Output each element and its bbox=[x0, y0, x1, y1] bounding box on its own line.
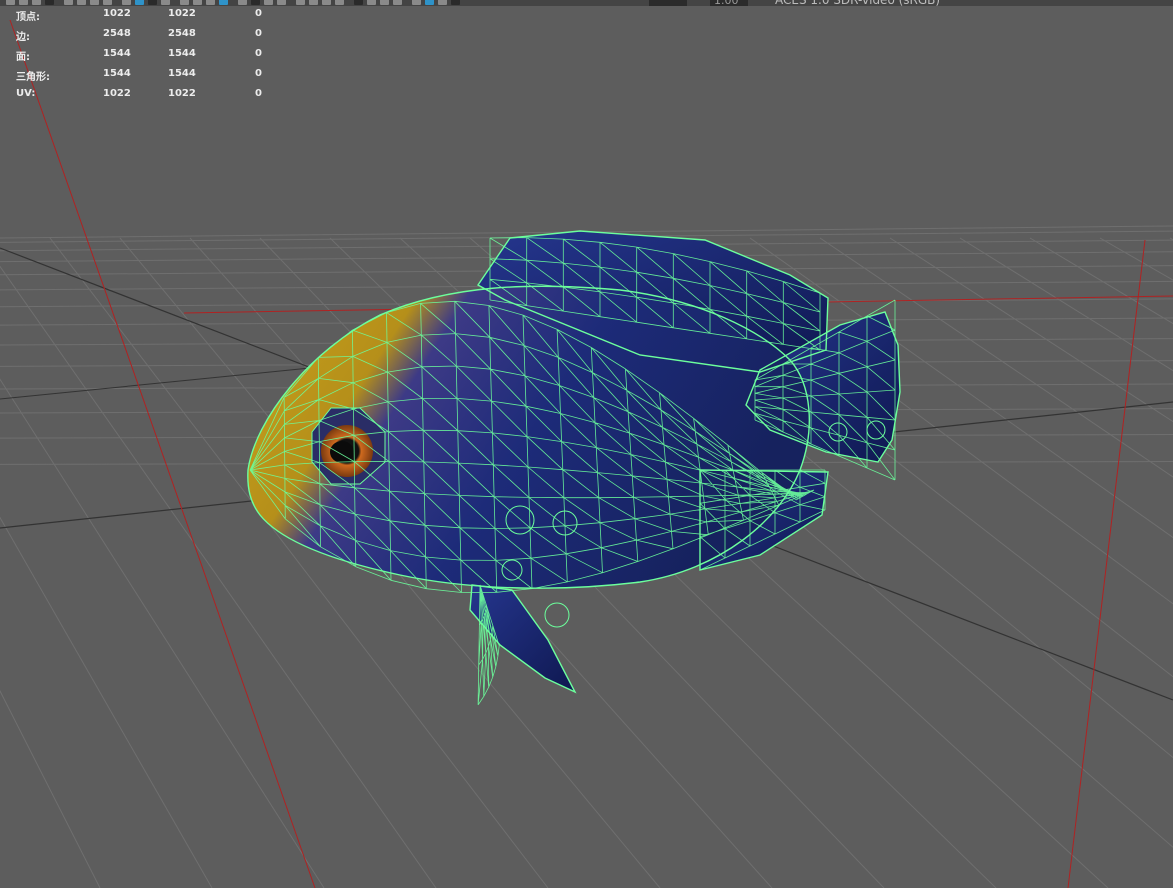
fin-joint-ring bbox=[544, 602, 570, 628]
hud-value-b: 1544 bbox=[168, 48, 196, 59]
hud-label: UV: bbox=[16, 88, 36, 99]
hud-label: 三角形: bbox=[16, 72, 50, 83]
grid-line bbox=[959, 237, 1173, 372]
hud-row: 三角形: 1544 1544 0 bbox=[0, 68, 270, 86]
hud-row: UV: 1022 1022 0 bbox=[0, 88, 270, 106]
camera-line-right bbox=[1067, 239, 1146, 888]
hud-value-c: 0 bbox=[255, 68, 262, 79]
hud-value-c: 0 bbox=[255, 88, 262, 99]
hud-value-b: 1022 bbox=[168, 88, 196, 99]
hud-value-c: 0 bbox=[255, 48, 262, 59]
hud-value-b: 1544 bbox=[168, 68, 196, 79]
hud-value-a: 2548 bbox=[103, 28, 131, 39]
hud-value-c: 0 bbox=[255, 28, 262, 39]
hud-value-c: 0 bbox=[255, 8, 262, 19]
hud-row: 顶点: 1022 1022 0 bbox=[0, 8, 270, 26]
grid-line bbox=[1099, 237, 1173, 281]
hud-label: 顶点: bbox=[16, 12, 40, 23]
hud-label: 边: bbox=[16, 32, 30, 43]
pelvic-fin bbox=[470, 585, 575, 692]
hud-value-a: 1544 bbox=[103, 48, 131, 59]
hud-row: 面: 1544 1544 0 bbox=[0, 48, 270, 66]
grid-line bbox=[1029, 237, 1173, 325]
hud-row: 边: 2548 2548 0 bbox=[0, 28, 270, 46]
hud-value-a: 1022 bbox=[103, 8, 131, 19]
hud-value-b: 1022 bbox=[168, 8, 196, 19]
grid-line bbox=[0, 516, 213, 888]
hud-label: 面: bbox=[16, 52, 30, 63]
hud-value-b: 2548 bbox=[168, 28, 196, 39]
poly-count-hud: 顶点: 1022 1022 0 边: 2548 2548 0 面: 1544 1544 0 三角形: 15… bbox=[0, 0, 270, 102]
fish-model[interactable] bbox=[247, 230, 901, 706]
viewport-3d[interactable] bbox=[0, 0, 1173, 888]
hud-value-a: 1022 bbox=[103, 88, 131, 99]
hud-value-a: 1544 bbox=[103, 68, 131, 79]
grid-line bbox=[889, 237, 1173, 423]
grid-line bbox=[0, 689, 101, 888]
